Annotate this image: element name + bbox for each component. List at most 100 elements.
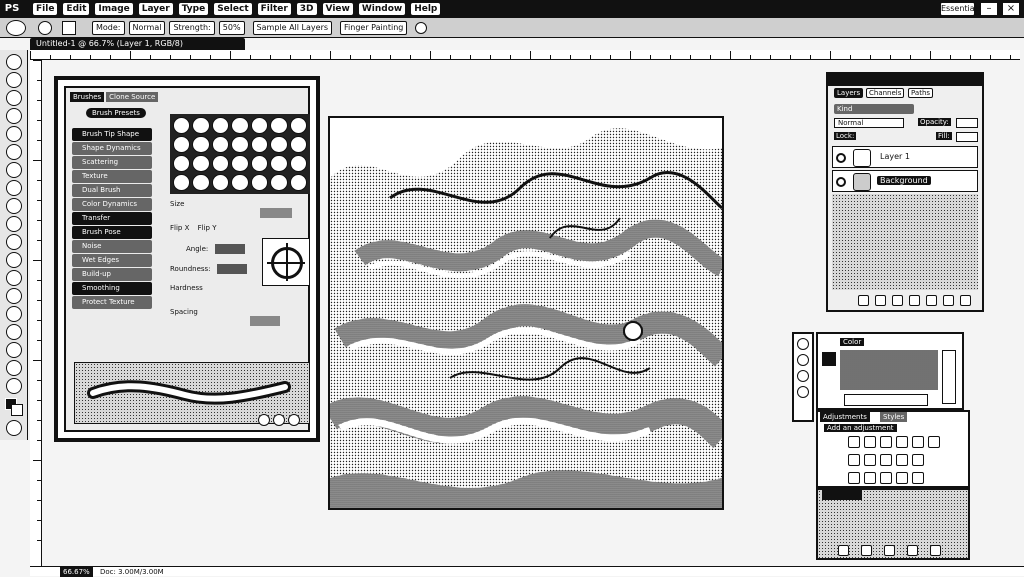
panel-button-icon[interactable] xyxy=(861,545,872,556)
menu-image[interactable]: Image xyxy=(94,2,134,16)
move-tool-icon[interactable] xyxy=(6,54,22,70)
minimize-icon[interactable]: – xyxy=(980,2,998,16)
spacing-checkbox[interactable]: Spacing xyxy=(170,308,198,316)
layer-name[interactable]: Background xyxy=(877,176,931,185)
panel-button-icon[interactable] xyxy=(838,545,849,556)
healing-tool-icon[interactable] xyxy=(6,162,22,178)
brush-setting-item[interactable]: Brush Pose xyxy=(72,226,152,239)
brush-setting-item[interactable]: Protect Texture xyxy=(72,296,152,309)
color-lookup-icon[interactable] xyxy=(912,454,924,466)
brush-tip[interactable] xyxy=(231,155,249,172)
brush-tip[interactable] xyxy=(270,174,288,191)
lower-panel-tabs[interactable] xyxy=(822,490,862,500)
color-ramp[interactable] xyxy=(844,394,928,406)
brush-tip[interactable] xyxy=(231,174,249,191)
color-balance-icon[interactable] xyxy=(848,454,860,466)
flip-y-checkbox[interactable]: Flip Y xyxy=(198,224,217,232)
brush-tip[interactable] xyxy=(192,117,210,134)
brush-tip[interactable] xyxy=(192,174,210,191)
angle-field[interactable] xyxy=(214,244,245,254)
strength-field[interactable]: 50% xyxy=(218,20,245,35)
properties-icon[interactable] xyxy=(797,354,809,366)
tab-styles[interactable]: Styles xyxy=(880,412,908,422)
exposure-icon[interactable] xyxy=(896,436,908,448)
menu-type[interactable]: Type xyxy=(177,2,210,16)
pressure-icon[interactable] xyxy=(415,21,428,34)
smudge-tool-icon[interactable] xyxy=(6,19,26,36)
color-spectrum-field[interactable] xyxy=(840,350,938,390)
pen-tool-icon[interactable] xyxy=(6,306,22,322)
close-icon[interactable]: × xyxy=(1002,2,1020,16)
smudge-tool-icon[interactable] xyxy=(6,270,22,286)
lasso-tool-icon[interactable] xyxy=(6,90,22,106)
delete-layer-icon[interactable] xyxy=(960,295,971,306)
add-mask-icon[interactable] xyxy=(892,295,903,306)
brush-tool-icon[interactable] xyxy=(6,180,22,196)
vibrance-icon[interactable] xyxy=(912,436,924,448)
layer-row[interactable]: Background xyxy=(832,170,978,192)
workspace-switcher[interactable]: Essentials xyxy=(940,2,981,16)
brush-tip[interactable] xyxy=(211,117,230,134)
tab-channels[interactable]: Channels xyxy=(866,88,905,98)
toggle-live-tip-icon[interactable] xyxy=(258,414,270,426)
brush-tip[interactable] xyxy=(250,174,269,191)
brush-setting-item[interactable]: Build-up xyxy=(72,268,152,281)
brush-setting-item[interactable]: Wet Edges xyxy=(72,254,152,267)
brush-tip[interactable] xyxy=(289,117,307,134)
menu-edit[interactable]: Edit xyxy=(62,2,91,16)
document-canvas[interactable] xyxy=(328,116,724,510)
info-icon[interactable] xyxy=(797,370,809,382)
visibility-eye-icon[interactable] xyxy=(836,153,846,163)
brush-tip[interactable] xyxy=(250,117,269,134)
tab-color[interactable]: Color xyxy=(840,338,865,346)
brush-tip[interactable] xyxy=(250,136,269,153)
layer-row[interactable]: Layer 1 xyxy=(832,146,978,168)
brush-setting-item[interactable]: Transfer xyxy=(72,212,152,225)
foreground-color-icon[interactable] xyxy=(822,352,836,366)
grid-icon[interactable] xyxy=(273,414,285,426)
brightness-contrast-icon[interactable] xyxy=(848,436,860,448)
curves-icon[interactable] xyxy=(880,436,892,448)
quick-mask-icon[interactable] xyxy=(6,420,22,436)
brush-setting-item[interactable]: Smoothing xyxy=(72,282,152,295)
layer-name[interactable]: Layer 1 xyxy=(877,152,913,161)
invert-icon[interactable] xyxy=(848,472,860,484)
selective-color-icon[interactable] xyxy=(912,472,924,484)
crop-tool-icon[interactable] xyxy=(6,126,22,142)
channel-mixer-icon[interactable] xyxy=(896,454,908,466)
spacing-field[interactable] xyxy=(250,316,280,326)
menu-help[interactable]: Help xyxy=(410,2,442,16)
gradient-map-icon[interactable] xyxy=(896,472,908,484)
panel-button-icon[interactable] xyxy=(930,545,941,556)
fill-field[interactable] xyxy=(956,132,978,142)
history-icon[interactable] xyxy=(797,338,809,350)
brush-tip[interactable] xyxy=(231,136,249,153)
brush-tip[interactable] xyxy=(250,155,269,172)
brush-tip[interactable] xyxy=(211,136,230,153)
new-brush-icon[interactable] xyxy=(288,414,300,426)
eraser-tool-icon[interactable] xyxy=(6,234,22,250)
history-brush-tool-icon[interactable] xyxy=(6,216,22,232)
background-color-swatch[interactable] xyxy=(11,404,23,416)
roundness-field[interactable] xyxy=(216,264,247,274)
brush-setting-item[interactable]: Shape Dynamics xyxy=(72,142,152,155)
tab-brushes[interactable]: Brushes xyxy=(70,92,105,102)
brush-tip[interactable] xyxy=(173,117,191,134)
brush-preset-picker-icon[interactable] xyxy=(38,20,52,35)
menu-filter[interactable]: Filter xyxy=(256,2,292,16)
tab-adjustments[interactable]: Adjustments xyxy=(820,412,870,422)
brush-setting-item[interactable]: Scattering xyxy=(72,156,152,169)
menu-view[interactable]: View xyxy=(321,2,354,16)
tab-paths[interactable]: Paths xyxy=(908,88,934,98)
hue-slider[interactable] xyxy=(942,350,956,404)
menu-window[interactable]: Window xyxy=(357,2,407,16)
menu-layer[interactable]: Layer xyxy=(137,2,174,16)
brush-tip[interactable] xyxy=(289,155,307,172)
brush-tip[interactable] xyxy=(173,174,191,191)
black-white-icon[interactable] xyxy=(864,454,876,466)
new-group-icon[interactable] xyxy=(926,295,937,306)
brush-tip[interactable] xyxy=(192,155,210,172)
photo-filter-icon[interactable] xyxy=(880,454,892,466)
posterize-icon[interactable] xyxy=(864,472,876,484)
brush-tip[interactable] xyxy=(173,155,191,172)
